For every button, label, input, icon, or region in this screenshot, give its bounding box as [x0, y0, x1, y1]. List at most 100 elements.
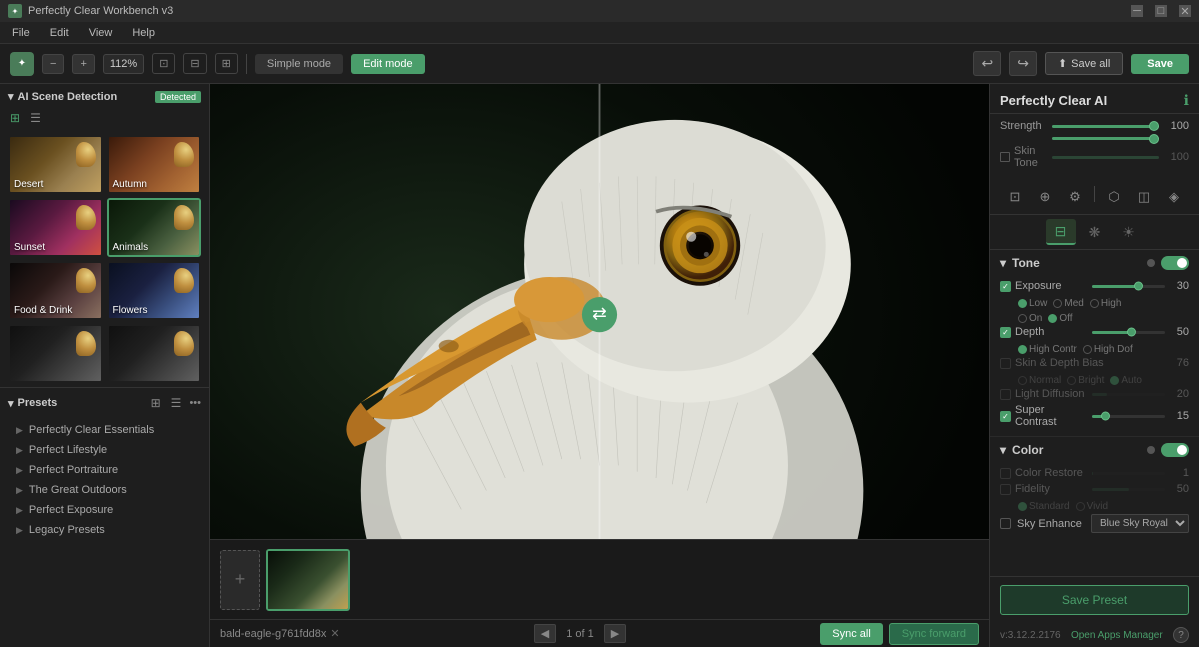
tab-color[interactable]: ☀	[1114, 219, 1144, 245]
presets-header[interactable]: ▾ Presets ⊞ ☰ •••	[0, 388, 209, 418]
radio-vivid[interactable]: Vivid	[1076, 501, 1109, 512]
radio-bright[interactable]: Bright	[1067, 375, 1104, 386]
radio-normal[interactable]: Normal	[1018, 375, 1061, 386]
scene-item-sunset[interactable]: Sunset	[8, 198, 103, 257]
scene-item-animals[interactable]: Animals	[107, 198, 202, 257]
preset-item-legacy[interactable]: ▶ Legacy Presets	[0, 520, 209, 540]
presets-more-icon[interactable]: •••	[189, 397, 201, 409]
menu-file[interactable]: File	[8, 25, 34, 41]
zoom-in-button[interactable]: +	[72, 54, 94, 74]
sky-enhance-select[interactable]: Blue Sky Royal Sunset Dramatic	[1091, 514, 1189, 533]
next-image-button[interactable]: ▶	[604, 624, 626, 643]
redo-button[interactable]: ↪	[1009, 51, 1037, 76]
sky-enhance-checkbox[interactable]	[1000, 518, 1011, 529]
presets-grid-btn[interactable]: ⊞	[149, 394, 163, 412]
close-button[interactable]: ✕	[1179, 5, 1191, 17]
fidelity-checkbox[interactable]	[1000, 484, 1011, 495]
save-all-button[interactable]: ⬆ Save all	[1045, 52, 1123, 75]
scene-item-food[interactable]: Food & Drink	[8, 261, 103, 320]
depth-checkbox[interactable]: ✓	[1000, 327, 1011, 338]
color-slider[interactable]	[1052, 137, 1159, 140]
preset-item-portraiture[interactable]: ▶ Perfect Portraiture	[0, 460, 209, 480]
radio-on[interactable]: On	[1018, 313, 1042, 324]
tone-section-header[interactable]: ▾ Tone	[990, 250, 1199, 276]
super-contrast-slider[interactable]	[1092, 415, 1165, 418]
simple-mode-button[interactable]: Simple mode	[255, 54, 343, 74]
scene-item-autumn[interactable]: Autumn	[107, 135, 202, 194]
open-apps-link[interactable]: Open Apps Manager	[1071, 630, 1163, 641]
sync-all-button[interactable]: Sync all	[820, 623, 883, 645]
split-view-button[interactable]: ⊟	[183, 53, 206, 74]
compare-tool-button[interactable]: ◫	[1131, 186, 1157, 208]
radio-high[interactable]: High	[1090, 298, 1122, 309]
list-view-button[interactable]: ☰	[28, 109, 43, 127]
crop-tool-button[interactable]: ⊡	[1002, 186, 1028, 208]
scene-item-8[interactable]	[107, 324, 202, 383]
menu-edit[interactable]: Edit	[46, 25, 73, 41]
strength-thumb[interactable]	[1149, 121, 1159, 131]
file-close-icon[interactable]: ✕	[330, 627, 339, 640]
strength-slider[interactable]	[1052, 125, 1159, 128]
preset-item-exposure[interactable]: ▶ Perfect Exposure	[0, 500, 209, 520]
settings-tool-button[interactable]: ⚙	[1062, 186, 1088, 208]
depth-slider[interactable]	[1092, 331, 1165, 334]
skin-tone-slider[interactable]	[1052, 156, 1159, 159]
help-button[interactable]: ?	[1173, 627, 1189, 643]
color-section-header[interactable]: ▾ Color	[990, 437, 1199, 463]
radio-auto[interactable]: Auto	[1110, 375, 1142, 386]
color-toggle[interactable]	[1161, 443, 1189, 457]
skin-tone-checkbox[interactable]: Skin Tone	[1000, 145, 1046, 169]
edit-mode-button[interactable]: Edit mode	[351, 54, 425, 74]
super-contrast-thumb[interactable]	[1101, 412, 1110, 421]
panel-info-icon[interactable]: ℹ	[1184, 92, 1189, 109]
tab-adjustments[interactable]: ⊟	[1046, 219, 1076, 245]
radio-off[interactable]: Off	[1048, 313, 1072, 324]
light-diffusion-checkbox[interactable]	[1000, 389, 1011, 400]
menu-view[interactable]: View	[85, 25, 117, 41]
compare-view-button[interactable]: ⊞	[215, 53, 238, 74]
scene-item-desert[interactable]: Desert	[8, 135, 103, 194]
radio-standard[interactable]: Standard	[1018, 501, 1070, 512]
light-diffusion-slider[interactable]	[1092, 393, 1165, 396]
undo-button[interactable]: ↩	[973, 51, 1001, 76]
radio-med[interactable]: Med	[1053, 298, 1083, 309]
depth-thumb[interactable]	[1127, 328, 1136, 337]
color-restore-checkbox[interactable]	[1000, 468, 1011, 479]
presets-list-btn[interactable]: ☰	[169, 394, 184, 412]
add-image-button[interactable]: +	[220, 550, 260, 610]
exposure-checkbox[interactable]: ✓	[1000, 281, 1011, 292]
filmstrip-item-1[interactable]	[266, 549, 350, 611]
save-preset-button[interactable]: Save Preset	[1000, 585, 1189, 615]
super-contrast-checkbox[interactable]: ✓	[1000, 411, 1011, 422]
scene-item-7[interactable]	[8, 324, 103, 383]
fidelity-slider[interactable]	[1092, 488, 1165, 491]
exposure-thumb[interactable]	[1134, 282, 1143, 291]
single-view-button[interactable]: ⊡	[152, 53, 175, 74]
tone-toggle[interactable]	[1161, 256, 1189, 270]
radio-high-contr[interactable]: High Contr	[1018, 344, 1077, 355]
menu-help[interactable]: Help	[128, 25, 159, 41]
export-tool-button[interactable]: ⬡	[1101, 186, 1127, 208]
preset-item-lifestyle[interactable]: ▶ Perfect Lifestyle	[0, 440, 209, 460]
save-button[interactable]: Save	[1131, 54, 1189, 74]
scene-item-flowers[interactable]: Flowers	[107, 261, 202, 320]
grid-view-button[interactable]: ⊞	[8, 109, 22, 127]
tab-effects[interactable]: ❋	[1080, 219, 1110, 245]
preset-item-outdoors[interactable]: ▶ The Great Outdoors	[0, 480, 209, 500]
radio-high-dof[interactable]: High Dof	[1083, 344, 1133, 355]
transform-tool-button[interactable]: ⊕	[1032, 186, 1058, 208]
scene-detection-header[interactable]: ▾ AI Scene Detection Detected	[0, 84, 209, 109]
minimize-button[interactable]: ─	[1131, 5, 1143, 17]
exposure-slider[interactable]	[1092, 285, 1165, 288]
zoom-out-button[interactable]: −	[42, 54, 64, 74]
color-restore-slider[interactable]	[1092, 472, 1165, 475]
prev-image-button[interactable]: ◀	[534, 624, 556, 643]
preset-item-essentials[interactable]: ▶ Perfectly Clear Essentials	[0, 420, 209, 440]
color-thumb[interactable]	[1149, 134, 1159, 144]
radio-low[interactable]: Low	[1018, 298, 1047, 309]
sync-forward-button[interactable]: Sync forward	[889, 623, 979, 645]
toolbar: ✦ − + 112% ⊡ ⊟ ⊞ Simple mode Edit mode ↩…	[0, 44, 1199, 84]
maximize-button[interactable]: □	[1155, 5, 1167, 17]
mask-tool-button[interactable]: ◈	[1161, 186, 1187, 208]
skin-depth-checkbox[interactable]	[1000, 358, 1011, 369]
